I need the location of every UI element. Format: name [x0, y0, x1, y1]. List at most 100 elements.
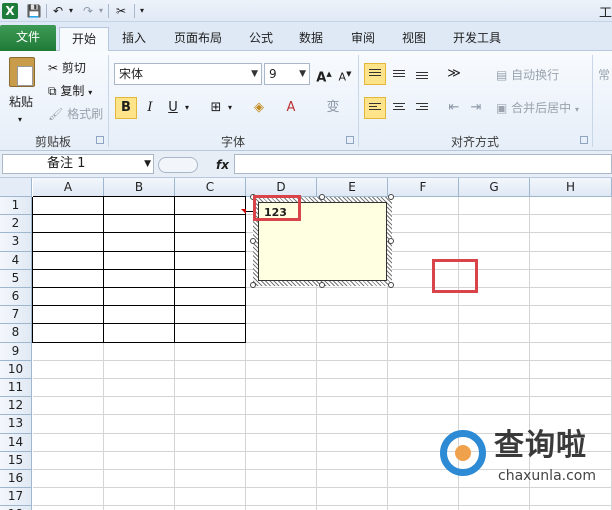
row-header-5[interactable]: 5: [0, 269, 32, 288]
grow-font-icon[interactable]: A▲: [313, 63, 335, 85]
cut-button[interactable]: ✂ 剪切: [48, 59, 86, 77]
customize-icon[interactable]: ✂: [112, 3, 130, 19]
row-header-8[interactable]: 8: [0, 324, 32, 343]
shrink-font-icon[interactable]: A▼: [334, 63, 356, 85]
column-header-b[interactable]: B: [104, 178, 175, 197]
font-size-select[interactable]: 9 ▼: [264, 63, 310, 85]
tab-formulas[interactable]: 公式: [240, 27, 282, 51]
clipboard-launcher-icon[interactable]: [96, 136, 104, 144]
align-right-icon[interactable]: [411, 97, 433, 119]
select-all-corner[interactable]: [0, 178, 32, 197]
merge-icon: ▣: [496, 101, 508, 115]
merge-center-button[interactable]: ▣ 合并后居中 ▾: [496, 99, 579, 119]
alignment-launcher-icon[interactable]: [580, 136, 588, 144]
fx-icon: fx: [216, 158, 229, 172]
orientation-icon[interactable]: ≫: [443, 63, 465, 85]
bold-button[interactable]: B: [115, 97, 137, 119]
tab-developer[interactable]: 开发工具: [444, 27, 510, 51]
resize-handle[interactable]: [388, 282, 394, 288]
redo-icon[interactable]: ↷: [80, 3, 96, 19]
column-header-g[interactable]: G: [459, 178, 530, 197]
resize-handle[interactable]: [319, 194, 325, 200]
wrap-text-button[interactable]: ▤ 自动换行: [496, 66, 559, 84]
column-header-e[interactable]: E: [317, 178, 388, 197]
row-header-15[interactable]: 15: [0, 451, 32, 470]
row-header-14[interactable]: 14: [0, 433, 32, 452]
row-header-9[interactable]: 9: [0, 342, 32, 361]
resize-handle[interactable]: [388, 238, 394, 244]
undo-dropdown-icon[interactable]: ▾: [66, 3, 76, 19]
paste-icon[interactable]: [9, 57, 35, 87]
increase-indent-icon[interactable]: ⇥: [465, 97, 487, 119]
row-header-18[interactable]: 18: [0, 506, 32, 510]
tab-file[interactable]: 文件: [0, 25, 56, 51]
font-color-icon[interactable]: A: [280, 97, 302, 119]
redo-dropdown-icon[interactable]: ▾: [96, 3, 106, 19]
underline-dropdown-icon[interactable]: ▾: [185, 99, 189, 117]
row-header-2[interactable]: 2: [0, 215, 32, 234]
format-painter-button[interactable]: 🖌 格式刷: [48, 105, 103, 123]
align-top-icon[interactable]: [364, 63, 386, 85]
name-box-value: 备注 1: [47, 156, 86, 171]
align-left-icon[interactable]: [364, 97, 386, 119]
phonetic-icon[interactable]: 变: [322, 97, 344, 119]
column-header-h[interactable]: H: [530, 178, 612, 197]
number-format-partial[interactable]: 常: [598, 66, 610, 84]
decrease-indent-icon[interactable]: ⇤: [443, 97, 465, 119]
highlight-box-comment-text: [253, 195, 301, 221]
column-header-a[interactable]: A: [33, 178, 104, 197]
ribbon-tabs: 文件 开始 插入 页面布局 公式 数据 审阅 视图 开发工具: [0, 22, 612, 52]
grid-line: [33, 359, 612, 361]
resize-handle[interactable]: [319, 282, 325, 288]
align-center-icon[interactable]: [388, 97, 410, 119]
font-name-select[interactable]: 宋体 ▼: [114, 63, 262, 85]
align-middle-icon[interactable]: [388, 63, 410, 85]
name-box[interactable]: 备注 1 ▼: [2, 154, 154, 174]
resize-handle[interactable]: [388, 194, 394, 200]
paste-dropdown-icon[interactable]: ▾: [18, 111, 22, 129]
row-header-4[interactable]: 4: [0, 251, 32, 270]
column-header-f[interactable]: F: [388, 178, 459, 197]
font-launcher-icon[interactable]: [346, 136, 354, 144]
tab-view[interactable]: 视图: [393, 27, 435, 51]
borders-icon[interactable]: ⊞: [205, 97, 227, 119]
row-header-13[interactable]: 13: [0, 415, 32, 434]
resize-handle[interactable]: [250, 282, 256, 288]
undo-icon[interactable]: ↶: [50, 3, 66, 19]
copy-button[interactable]: ⧉ 复制 ▾: [48, 82, 92, 102]
format-painter-label: 格式刷: [67, 107, 104, 121]
italic-button[interactable]: I: [139, 97, 161, 119]
row-header-6[interactable]: 6: [0, 288, 32, 307]
paste-button[interactable]: 粘贴: [9, 93, 33, 111]
align-bottom-icon[interactable]: [411, 63, 433, 85]
copy-icon: ⧉: [48, 84, 57, 98]
excel-logo-icon[interactable]: X: [2, 3, 18, 19]
fill-color-icon[interactable]: ◈: [248, 97, 270, 119]
save-icon[interactable]: 💾: [26, 3, 42, 19]
cell-border: [32, 197, 33, 343]
borders-dropdown-icon[interactable]: ▾: [228, 99, 232, 117]
row-header-3[interactable]: 3: [0, 233, 32, 252]
tab-insert[interactable]: 插入: [112, 27, 156, 51]
insert-function-button[interactable]: fx: [158, 156, 232, 174]
row-header-1[interactable]: 1: [0, 197, 32, 216]
merge-center-label: 合并后居中: [511, 101, 572, 115]
formula-input[interactable]: [234, 154, 612, 174]
alignment-group-label: 对齐方式: [450, 135, 499, 149]
row-header-16[interactable]: 16: [0, 470, 32, 489]
formula-bar: 备注 1 ▼ fx: [0, 151, 612, 178]
copy-label: 复制: [60, 84, 85, 98]
tab-page-layout[interactable]: 页面布局: [162, 27, 234, 51]
row-header-11[interactable]: 11: [0, 379, 32, 398]
row-header-7[interactable]: 7: [0, 306, 32, 325]
row-header-17[interactable]: 17: [0, 488, 32, 507]
resize-handle[interactable]: [250, 238, 256, 244]
row-header-10[interactable]: 10: [0, 360, 32, 379]
tab-home[interactable]: 开始: [59, 27, 109, 52]
row-header-12[interactable]: 12: [0, 397, 32, 416]
column-header-c[interactable]: C: [175, 178, 246, 197]
underline-button[interactable]: U: [162, 97, 184, 119]
qat-dropdown-icon[interactable]: ▾: [137, 3, 147, 19]
tab-data[interactable]: 数据: [290, 27, 332, 51]
tab-review[interactable]: 审阅: [342, 27, 384, 51]
